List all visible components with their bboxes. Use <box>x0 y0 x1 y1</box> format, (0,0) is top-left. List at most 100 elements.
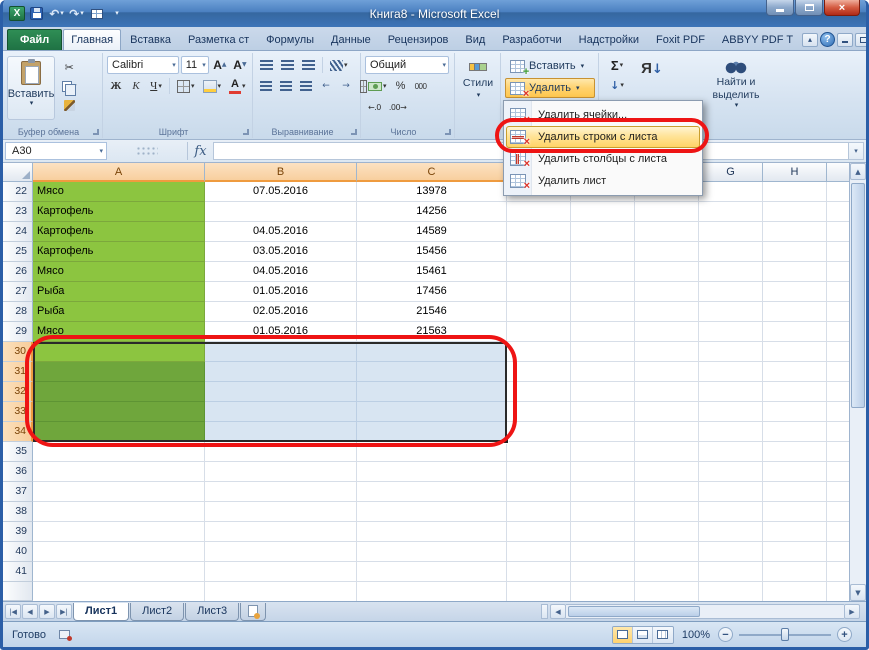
redo-button[interactable]: ↷▾ <box>68 5 85 22</box>
cell-C24[interactable]: 14589 <box>357 222 507 242</box>
cell-E24[interactable] <box>571 222 635 242</box>
cell-D33[interactable] <box>507 402 571 422</box>
insert-function-button[interactable]: fx <box>187 142 213 160</box>
cell-C32[interactable] <box>357 382 507 402</box>
cell-E30[interactable] <box>571 342 635 362</box>
cell-B25[interactable]: 03.05.2016 <box>205 242 357 262</box>
horizontal-scroll-track[interactable] <box>566 604 844 619</box>
prev-sheet-button[interactable]: ◀ <box>22 604 38 619</box>
cell-E34[interactable] <box>571 422 635 442</box>
fill-handle[interactable] <box>503 438 509 444</box>
align-right-button[interactable] <box>297 77 315 95</box>
cell-B41[interactable] <box>205 562 357 582</box>
row-header-28[interactable]: 28 <box>3 302 33 322</box>
cell-G38[interactable] <box>699 502 763 522</box>
cell-G36[interactable] <box>699 462 763 482</box>
borders-button[interactable]: ▾ <box>174 77 198 95</box>
zoom-level[interactable]: 100% <box>682 629 710 641</box>
qat-customize-button[interactable]: ▾ <box>108 5 125 22</box>
select-all-button[interactable] <box>3 163 33 182</box>
cell-D40[interactable] <box>507 542 571 562</box>
cell-D34[interactable] <box>507 422 571 442</box>
cell-G39[interactable] <box>699 522 763 542</box>
column-header-B[interactable]: B <box>205 163 357 182</box>
cell-F38[interactable] <box>635 502 699 522</box>
menu-item-delete-columns[interactable]: × Удалить столбцы с листа <box>504 148 702 170</box>
cell-D39[interactable] <box>507 522 571 542</box>
cell-B24[interactable]: 04.05.2016 <box>205 222 357 242</box>
macro-record-button[interactable] <box>56 628 74 641</box>
insert-worksheet-button[interactable] <box>240 603 266 621</box>
tab-formulas[interactable]: Формулы <box>258 29 322 50</box>
cell-C39[interactable] <box>357 522 507 542</box>
cell-C29[interactable]: 21563 <box>357 322 507 342</box>
cell-H25[interactable] <box>763 242 827 262</box>
row-header-33[interactable]: 33 <box>3 402 33 422</box>
cell-B36[interactable] <box>205 462 357 482</box>
horizontal-scroll-thumb[interactable] <box>568 606 700 617</box>
row-header-23[interactable]: 23 <box>3 202 33 222</box>
cell-H41[interactable] <box>763 562 827 582</box>
cell-F37[interactable] <box>635 482 699 502</box>
cell-G23[interactable] <box>699 202 763 222</box>
column-header-H[interactable]: H <box>763 163 827 182</box>
row-header-22[interactable]: 22 <box>3 182 33 202</box>
cell-E41[interactable] <box>571 562 635 582</box>
cell-C37[interactable] <box>357 482 507 502</box>
copy-button[interactable]: ▾ <box>59 77 80 95</box>
row-header-36[interactable]: 36 <box>3 462 33 482</box>
cell-B40[interactable] <box>205 542 357 562</box>
cell-F33[interactable] <box>635 402 699 422</box>
zoom-slider[interactable] <box>739 627 831 642</box>
cell-F30[interactable] <box>635 342 699 362</box>
cell-G32[interactable] <box>699 382 763 402</box>
cell-D38[interactable] <box>507 502 571 522</box>
cell-styles-button[interactable]: Стили ▾ <box>459 56 497 120</box>
cell-D35[interactable] <box>507 442 571 462</box>
cell-G30[interactable] <box>699 342 763 362</box>
row-header-41[interactable]: 41 <box>3 562 33 582</box>
cell-H24[interactable] <box>763 222 827 242</box>
menu-item-delete-cells[interactable]: × Удалить ячейки... <box>504 104 702 126</box>
sheet-tab-1[interactable]: Лист1 <box>73 603 129 621</box>
cell-C23[interactable]: 14256 <box>357 202 507 222</box>
row-header-26[interactable]: 26 <box>3 262 33 282</box>
cell-E35[interactable] <box>571 442 635 462</box>
cell-C22[interactable]: 13978 <box>357 182 507 202</box>
cell-E31[interactable] <box>571 362 635 382</box>
cell-G24[interactable] <box>699 222 763 242</box>
number-dialog-launcher[interactable] <box>445 129 451 135</box>
sheet-tab-2[interactable]: Лист2 <box>130 603 184 621</box>
cell-H37[interactable] <box>763 482 827 502</box>
save-button[interactable] <box>28 5 45 22</box>
row-header-29[interactable]: 29 <box>3 322 33 342</box>
decrease-decimal-button[interactable]: .00→ <box>386 98 409 116</box>
alignment-dialog-launcher[interactable] <box>351 129 357 135</box>
page-break-view-button[interactable] <box>653 627 673 643</box>
clipboard-dialog-launcher[interactable] <box>93 129 99 135</box>
cell-H30[interactable] <box>763 342 827 362</box>
cell-E25[interactable] <box>571 242 635 262</box>
cell-C36[interactable] <box>357 462 507 482</box>
cell-G33[interactable] <box>699 402 763 422</box>
cell-G40[interactable] <box>699 542 763 562</box>
cell-B22[interactable]: 07.05.2016 <box>205 182 357 202</box>
vertical-scroll-thumb[interactable] <box>851 183 865 408</box>
column-header-G[interactable]: G <box>699 163 763 182</box>
font-name-combo[interactable]: Calibri▾ <box>107 56 179 74</box>
cell-E32[interactable] <box>571 382 635 402</box>
cell-A37[interactable] <box>33 482 205 502</box>
cell-H27[interactable] <box>763 282 827 302</box>
cell-C40[interactable] <box>357 542 507 562</box>
cell-F24[interactable] <box>635 222 699 242</box>
cell-E36[interactable] <box>571 462 635 482</box>
decrease-indent-button[interactable]: ← <box>317 77 335 95</box>
cell-A27[interactable]: Рыба <box>33 282 205 302</box>
cell-E33[interactable] <box>571 402 635 422</box>
cell-A35[interactable] <box>33 442 205 462</box>
first-sheet-button[interactable]: |◀ <box>5 604 21 619</box>
cell-A25[interactable]: Картофель <box>33 242 205 262</box>
cell-C34[interactable] <box>357 422 507 442</box>
next-sheet-button[interactable]: ▶ <box>39 604 55 619</box>
minimize-button[interactable] <box>766 0 794 16</box>
